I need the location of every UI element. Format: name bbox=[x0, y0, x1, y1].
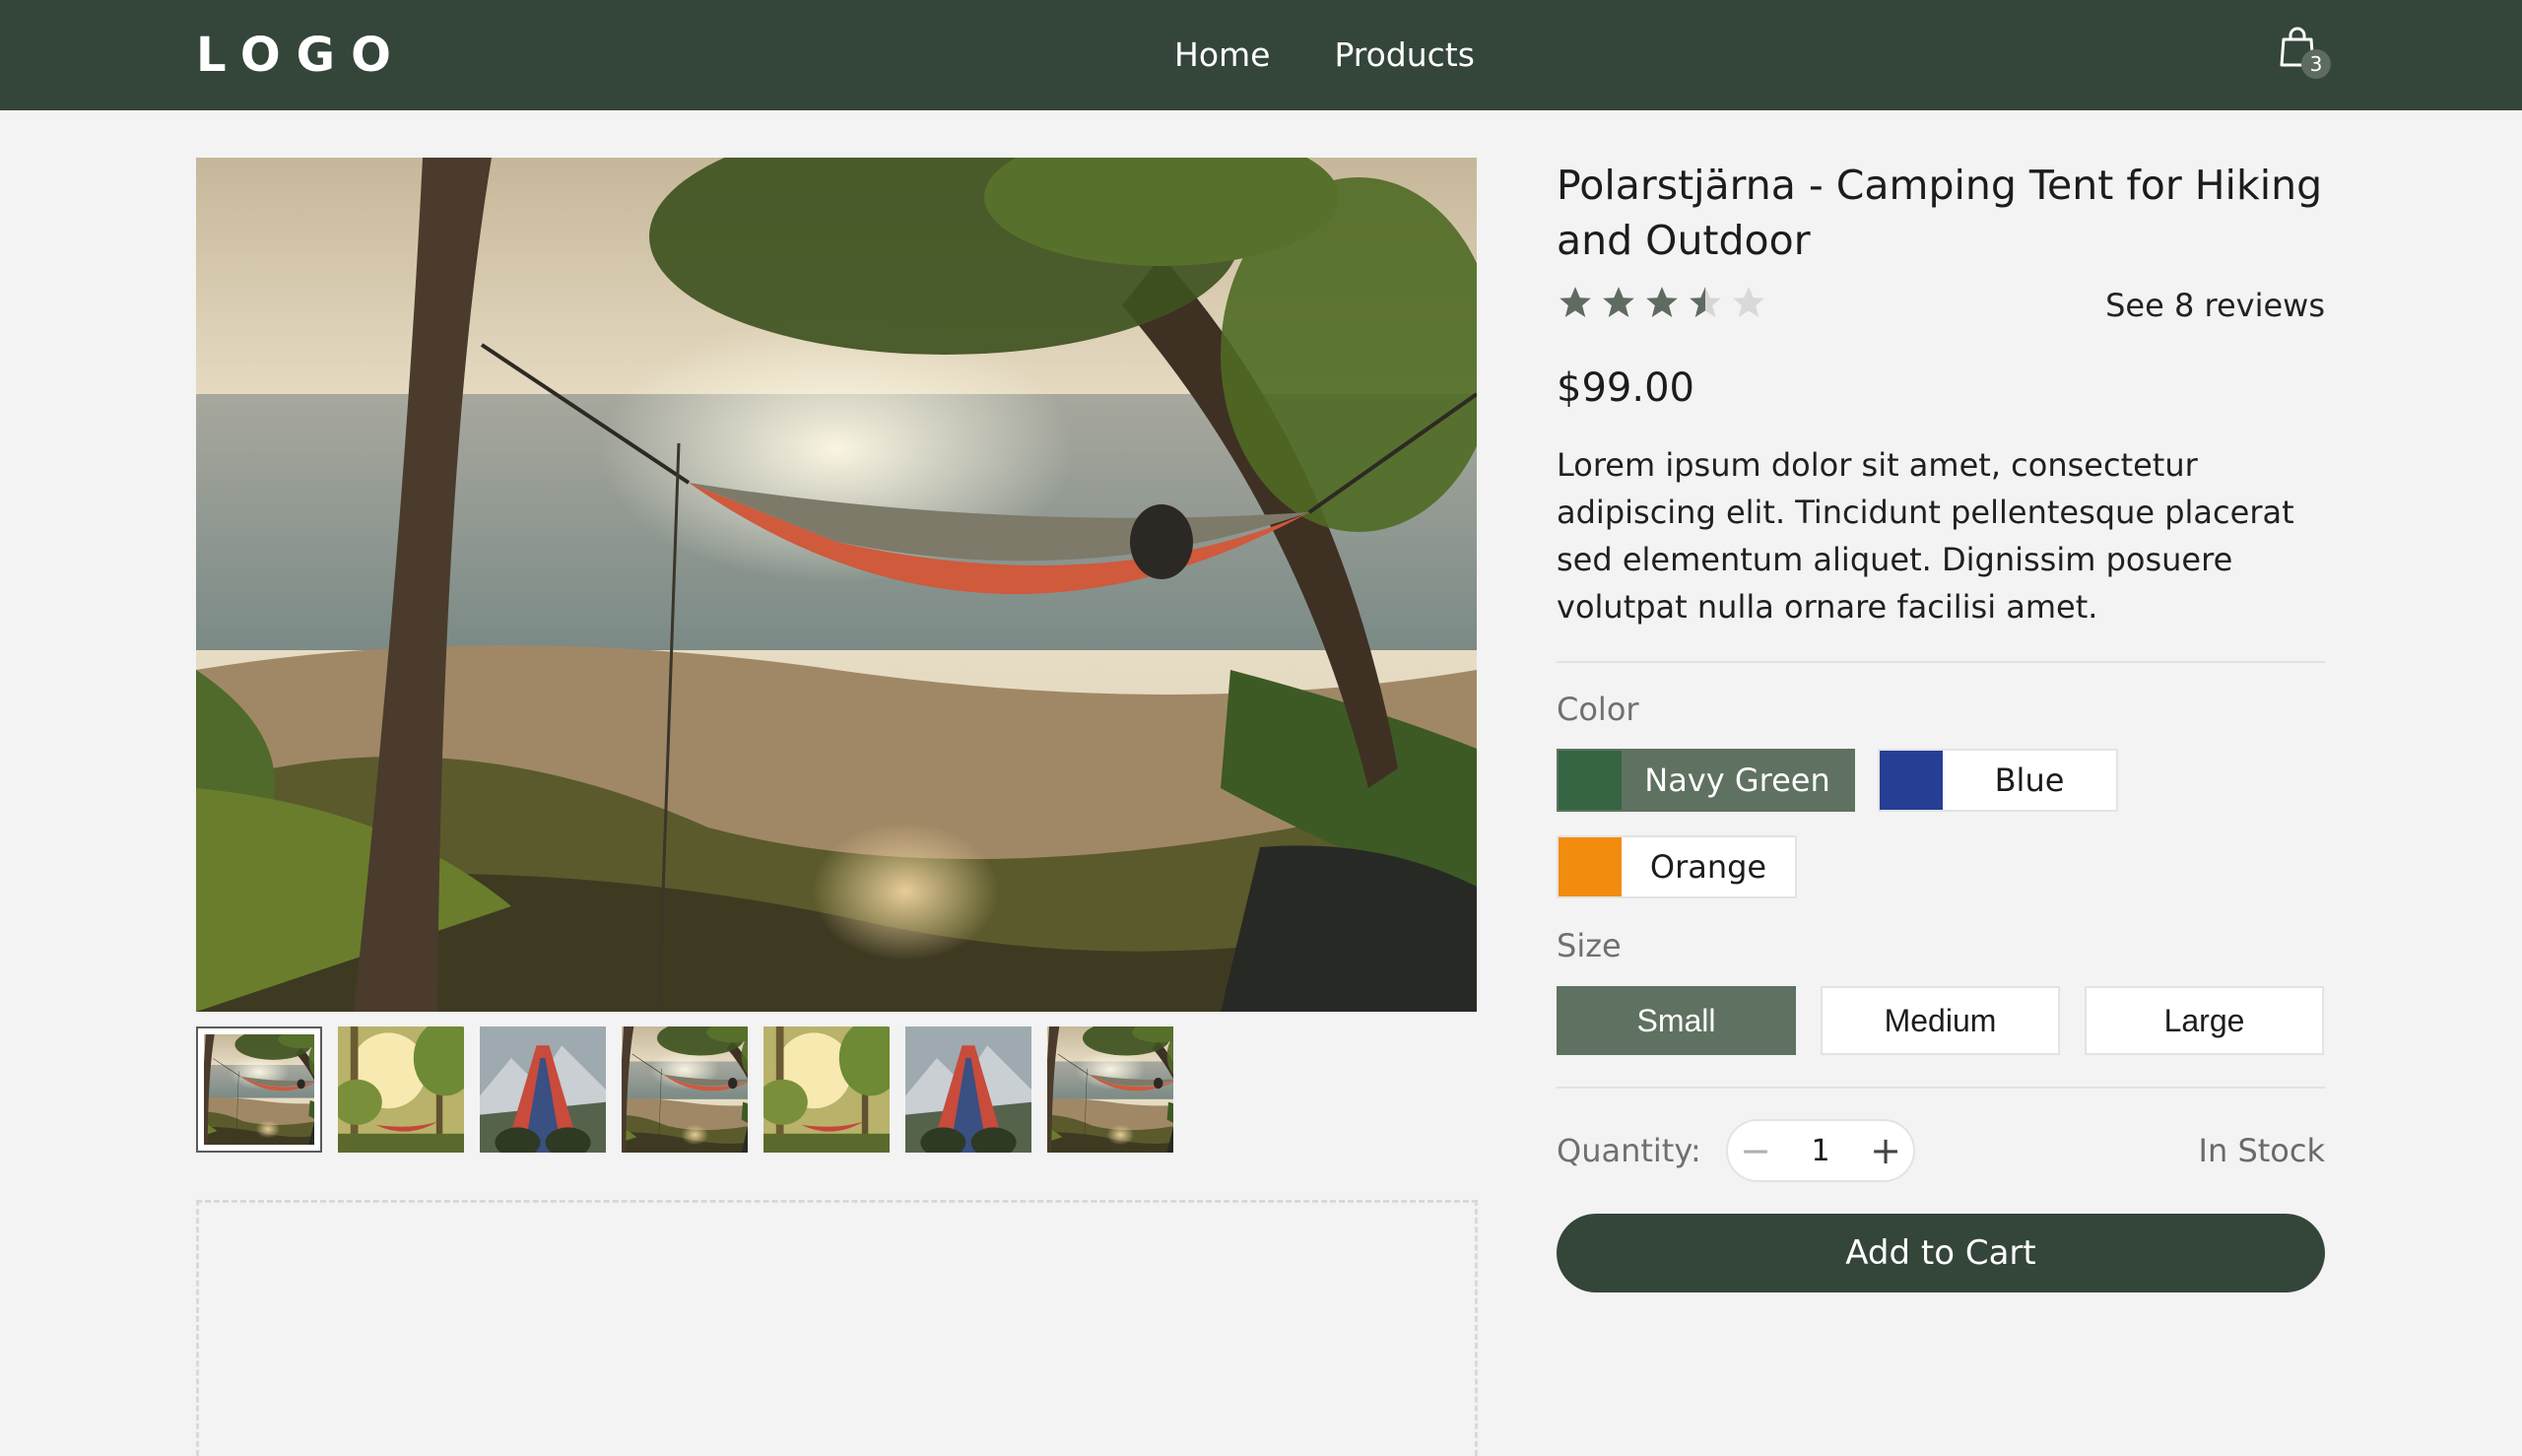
thumbnail-2[interactable] bbox=[338, 1026, 464, 1153]
site-logo[interactable]: LOGO bbox=[196, 28, 407, 83]
main-nav: Home Products bbox=[1174, 35, 1475, 75]
top-navigation-bar: LOGO Home Products 3 bbox=[0, 0, 2522, 110]
product-price: $99.00 bbox=[1557, 365, 1694, 411]
nav-home-link[interactable]: Home bbox=[1174, 35, 1270, 75]
color-option-orange[interactable]: Orange bbox=[1557, 835, 1797, 898]
divider bbox=[1557, 661, 2325, 663]
star-full-icon bbox=[1603, 287, 1634, 318]
increase-quantity-button[interactable]: + bbox=[1858, 1121, 1913, 1180]
thumbnail-6[interactable] bbox=[905, 1026, 1031, 1153]
thumbnail-1[interactable] bbox=[196, 1026, 322, 1153]
add-to-cart-button[interactable]: Add to Cart bbox=[1557, 1214, 2325, 1292]
thumbnail-3[interactable] bbox=[480, 1026, 606, 1153]
empty-placeholder-box bbox=[196, 1200, 1478, 1456]
color-option-label: Orange bbox=[1649, 848, 1767, 886]
star-half-icon bbox=[1690, 287, 1721, 318]
color-option-label: Navy Green bbox=[1622, 751, 1853, 810]
product-title: Polarstjärna - Camping Tent for Hiking a… bbox=[1557, 162, 2323, 264]
quantity-stepper: − + bbox=[1726, 1119, 1915, 1182]
stock-status: In Stock bbox=[2198, 1132, 2325, 1169]
color-option-label: Blue bbox=[1994, 761, 2065, 799]
decrease-quantity-button[interactable]: − bbox=[1728, 1121, 1783, 1180]
quantity-label: Quantity: bbox=[1557, 1132, 1701, 1169]
color-label: Color bbox=[1557, 691, 1639, 728]
product-description: Lorem ipsum dolor sit amet, consectetur … bbox=[1557, 446, 2294, 626]
cart-button[interactable]: 3 bbox=[2278, 26, 2333, 81]
star-full-icon bbox=[1560, 287, 1591, 318]
thumbnail-strip bbox=[196, 1026, 1173, 1153]
star-full-icon bbox=[1646, 287, 1678, 318]
rating-stars bbox=[1557, 284, 1767, 321]
nav-products-link[interactable]: Products bbox=[1334, 35, 1475, 75]
cart-count-badge: 3 bbox=[2301, 49, 2331, 79]
quantity-input[interactable] bbox=[1789, 1131, 1852, 1170]
color-option-blue[interactable]: Blue bbox=[1878, 749, 2118, 812]
size-option-medium[interactable]: Medium bbox=[1821, 986, 2060, 1055]
see-reviews-link[interactable]: See 8 reviews bbox=[2105, 286, 2325, 325]
thumbnail-7[interactable] bbox=[1047, 1026, 1173, 1153]
divider bbox=[1557, 1087, 2325, 1089]
size-label: Size bbox=[1557, 927, 1622, 964]
product-main-image bbox=[196, 158, 1477, 1012]
size-option-large[interactable]: Large bbox=[2085, 986, 2324, 1055]
color-swatch bbox=[1559, 751, 1622, 810]
color-option-navy-green[interactable]: Navy Green bbox=[1557, 749, 1855, 812]
star-empty-icon bbox=[1733, 287, 1764, 318]
color-swatch bbox=[1880, 751, 1943, 810]
color-swatch bbox=[1559, 837, 1622, 896]
thumbnail-5[interactable] bbox=[763, 1026, 890, 1153]
size-option-small[interactable]: Small bbox=[1557, 986, 1796, 1055]
thumbnail-4[interactable] bbox=[622, 1026, 748, 1153]
